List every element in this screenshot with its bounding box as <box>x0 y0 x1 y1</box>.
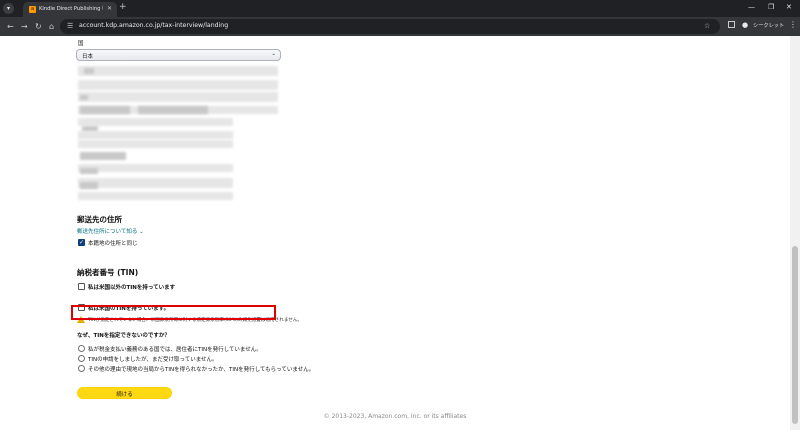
tax-interview-page: 国 日本 ⌄ 郵送先の住所 郵送先住所について知る ⌄ ✓ 本籍地の住所と同じ … <box>0 36 790 430</box>
window-close-icon[interactable]: ✕ <box>786 2 792 13</box>
back-icon[interactable]: ← <box>7 21 14 32</box>
continue-button-label: 続ける <box>116 392 133 398</box>
reason-label-other: その他の理由で現地の当局からTINを得られなかったか、TINを発行してもらってい… <box>88 367 315 373</box>
reason-radio-other[interactable] <box>78 365 85 372</box>
country-label: 国 <box>78 41 84 47</box>
country-select-value: 日本 <box>82 54 94 60</box>
page-scrollbar[interactable] <box>790 36 800 430</box>
same-as-residence-label: 本籍地の住所と同じ <box>88 241 138 247</box>
incognito-label: シークレット <box>753 23 785 29</box>
reason-radio-applied-not-received[interactable] <box>78 355 85 362</box>
mailing-address-info-link[interactable]: 郵送先住所について知る ⌄ <box>77 227 144 235</box>
incognito-icon: ● <box>742 21 749 29</box>
highlight-annotation-box <box>71 305 276 320</box>
foreign-tin-checkbox[interactable] <box>78 283 85 290</box>
chevron-down-icon: ⌄ <box>271 51 276 57</box>
scrollbar-thumb[interactable] <box>792 246 798 424</box>
same-as-residence-checkbox[interactable]: ✓ <box>78 239 85 246</box>
side-panel-icon[interactable] <box>728 21 735 28</box>
site-info-icon[interactable]: ☰ <box>67 21 73 32</box>
reload-icon[interactable]: ↻ <box>35 21 42 32</box>
bookmark-star-icon[interactable]: ☆ <box>704 21 710 32</box>
mailing-address-heading: 郵送先の住所 <box>77 215 122 224</box>
url-text[interactable]: account.kdp.amazon.co.jp/tax-interview/l… <box>79 22 228 29</box>
country-select[interactable]: 日本 ⌄ <box>76 49 281 61</box>
tab-search-button[interactable]: ▾ <box>3 3 14 14</box>
tin-heading: 納税者番号 (TIN) <box>77 268 139 277</box>
reason-label-no-tin-issued: 私が税金支払い義務のある国では、居住者にTINを発行していません。 <box>88 347 262 353</box>
reason-label-applied-not-received: TINの申請をしましたが、まだ受け取っていません。 <box>88 357 218 363</box>
browser-menu-icon[interactable]: ⋮ <box>789 19 797 30</box>
browser-tab[interactable]: a Kindle Direct Publishing 税務イ ✕ <box>23 2 117 17</box>
reason-radio-no-tin-issued[interactable] <box>78 345 85 352</box>
kdp-favicon-icon: a <box>29 6 36 13</box>
why-no-tin-question: なぜ、TINを指定できないのですか？ <box>77 333 170 339</box>
browser-toolbar: ← → ↻ ⌂ ☰ account.kdp.amazon.co.jp/tax-i… <box>0 17 800 36</box>
foreign-tin-label: 私は米国以外のTINを持っています <box>88 285 176 291</box>
new-tab-icon[interactable]: + <box>119 2 127 13</box>
tab-title: Kindle Direct Publishing 税務イ <box>39 6 103 12</box>
footer-copyright: © 2013-2023, Amazon.com, Inc. or its aff… <box>323 413 467 420</box>
home-icon[interactable]: ⌂ <box>49 21 54 32</box>
chevron-down-icon: ⌄ <box>139 229 144 235</box>
address-bar[interactable]: ☰ account.kdp.amazon.co.jp/tax-interview… <box>60 19 720 34</box>
minimize-icon[interactable]: — <box>748 2 755 13</box>
continue-button[interactable]: 続ける <box>77 387 172 399</box>
maximize-icon[interactable]: ❐ <box>768 2 774 13</box>
mailing-address-info-link-text[interactable]: 郵送先住所について知る <box>77 229 137 235</box>
browser-tab-bar: ▾ a Kindle Direct Publishing 税務イ ✕ + — ❐… <box>0 0 800 17</box>
tab-close-icon[interactable]: ✕ <box>107 5 112 12</box>
forward-icon[interactable]: → <box>21 21 28 32</box>
